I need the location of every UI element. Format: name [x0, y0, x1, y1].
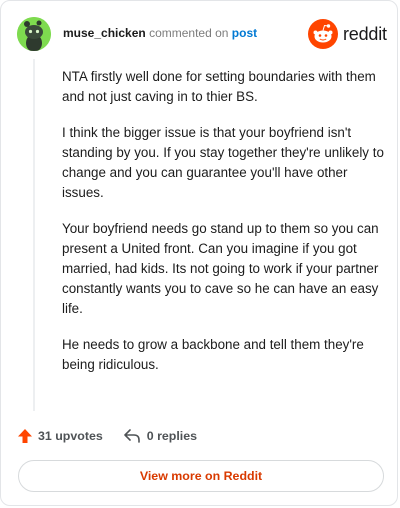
comment-paragraph: NTA firstly well done for setting bounda…: [62, 69, 376, 104]
snoo-avatar-icon: [17, 17, 51, 51]
reply-count: 0 replies: [146, 429, 198, 443]
view-more-button[interactable]: View more on Reddit: [18, 460, 384, 492]
action-text: commented on: [149, 26, 229, 40]
user-avatar[interactable]: [17, 17, 51, 51]
username-link[interactable]: muse_chicken: [63, 26, 146, 40]
comment-body: NTA firstly well done for setting bounda…: [62, 67, 387, 391]
thread-line: [33, 59, 35, 411]
post-link[interactable]: post: [232, 26, 257, 40]
upvote-count: 31 upvotes: [38, 429, 103, 443]
upvote-button[interactable]: 31 upvotes: [17, 428, 103, 444]
comment-embed-card: muse_chicken commented on post reddit NT…: [0, 0, 398, 506]
comment-paragraph: I think the bigger issue is that your bo…: [62, 125, 384, 200]
reddit-brand-link[interactable]: reddit: [308, 19, 387, 49]
reddit-wordmark: reddit: [343, 23, 387, 44]
comment-footer: 31 upvotes 0 replies: [17, 426, 197, 446]
reddit-logo-icon: [308, 19, 338, 49]
comment-header: muse_chicken commented on post: [63, 26, 257, 42]
comment-paragraph: He needs to grow a backbone and tell the…: [62, 337, 364, 372]
upvote-arrow-icon: [18, 429, 32, 443]
replies-button[interactable]: 0 replies: [123, 428, 197, 444]
comment-paragraph: Your boyfriend needs go stand up to them…: [62, 221, 379, 316]
reply-arrow-icon: [123, 429, 140, 443]
